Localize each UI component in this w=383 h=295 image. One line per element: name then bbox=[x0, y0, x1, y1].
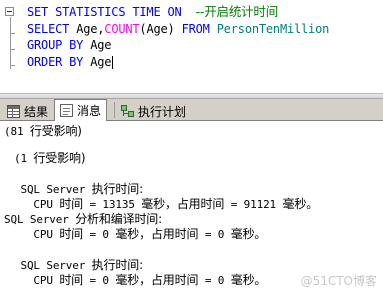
results-grid-icon bbox=[7, 104, 20, 118]
sql-editor[interactable]: SET STATISTICS TIME ON --开启统计时间 SELECT A… bbox=[0, 0, 383, 93]
keyword: SET STATISTICS TIME ON bbox=[27, 5, 182, 19]
keyword: ORDER BY bbox=[27, 55, 84, 69]
tab-divider bbox=[114, 102, 115, 118]
tab-label: 执行计划 bbox=[138, 104, 187, 119]
column-name: Age bbox=[90, 55, 112, 69]
tab-label: 消息 bbox=[77, 104, 102, 118]
parse-compile-time-header: SQL Server 分析和编译时间: bbox=[4, 212, 163, 227]
keyword: SELECT bbox=[27, 22, 70, 36]
execution-time-header: SQL Server 执行时间: bbox=[14, 182, 143, 197]
outline-tick bbox=[10, 65, 15, 66]
code-comment: --开启统计时间 bbox=[195, 4, 279, 19]
tab-messages[interactable]: 消息 bbox=[54, 99, 108, 121]
text-cursor bbox=[112, 56, 114, 69]
outline-tick bbox=[10, 33, 15, 34]
results-tab-bar: 结果 消息 执行计划 bbox=[0, 99, 383, 121]
messages-panel[interactable]: (81 行受影响) (1 行受影响) SQL Server 执行时间: CPU … bbox=[0, 121, 383, 295]
column-name: Age, bbox=[76, 22, 105, 36]
code-line-2: SELECT Age,COUNT(Age) FROM PersonTenMill… bbox=[27, 21, 329, 37]
keyword: FROM bbox=[181, 22, 210, 36]
collapse-region-icon[interactable] bbox=[5, 7, 14, 16]
tab-execution-plan[interactable]: 执行计划 bbox=[116, 101, 191, 121]
tab-label: 结果 bbox=[24, 104, 49, 119]
code-line-1: SET STATISTICS TIME ON --开启统计时间 bbox=[27, 4, 278, 20]
execution-plan-icon bbox=[121, 104, 134, 118]
column-name: Age bbox=[90, 38, 112, 52]
outline-tick bbox=[10, 49, 15, 50]
keyword: GROUP BY bbox=[27, 38, 84, 52]
function-args: (Age) bbox=[139, 22, 175, 36]
cpu-time-line: CPU 时间 = 0 毫秒，占用时间 = 0 毫秒。 bbox=[14, 227, 267, 242]
function-name: COUNT bbox=[104, 22, 140, 36]
cpu-time-line: CPU 时间 = 0 毫秒，占用时间 = 0 毫秒。 bbox=[14, 273, 267, 288]
rows-affected-message: (1 行受影响) bbox=[14, 151, 86, 166]
code-line-3: GROUP BY Age bbox=[27, 37, 112, 53]
table-name: PersonTenMillion bbox=[216, 22, 330, 36]
execution-time-header: SQL Server 执行时间: bbox=[14, 258, 143, 273]
watermark: @51CTO博客 bbox=[300, 274, 377, 288]
outline-guide bbox=[10, 17, 11, 69]
messages-icon bbox=[60, 104, 73, 117]
code-line-4: ORDER BY Age bbox=[27, 54, 114, 70]
cpu-time-line: CPU 时间 = 13135 毫秒，占用时间 = 91121 毫秒。 bbox=[14, 197, 319, 212]
tab-results[interactable]: 结果 bbox=[2, 101, 53, 121]
rows-affected-message: (81 行受影响) bbox=[4, 124, 82, 139]
